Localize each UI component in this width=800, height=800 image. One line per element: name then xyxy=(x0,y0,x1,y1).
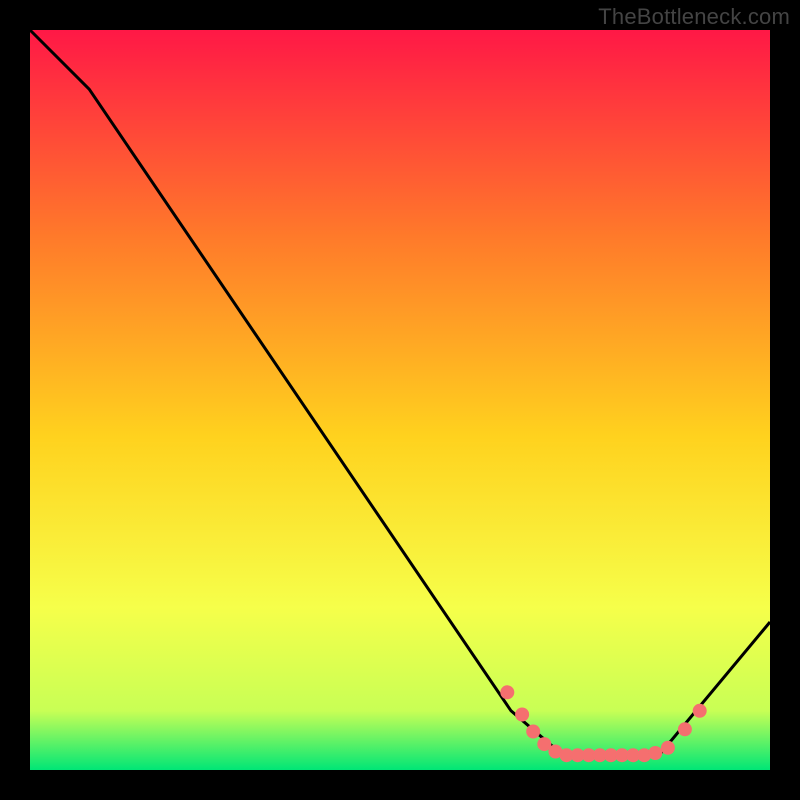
watermark-label: TheBottleneck.com xyxy=(598,4,790,30)
curve-marker xyxy=(678,722,692,736)
curve-marker xyxy=(661,741,675,755)
chart-frame: TheBottleneck.com xyxy=(0,0,800,800)
curve-marker xyxy=(526,725,540,739)
plot-area xyxy=(30,30,770,770)
curve-marker xyxy=(693,704,707,718)
curve-marker xyxy=(500,685,514,699)
curve-marker xyxy=(648,746,662,760)
curve-marker xyxy=(515,708,529,722)
bottleneck-chart xyxy=(0,0,800,800)
